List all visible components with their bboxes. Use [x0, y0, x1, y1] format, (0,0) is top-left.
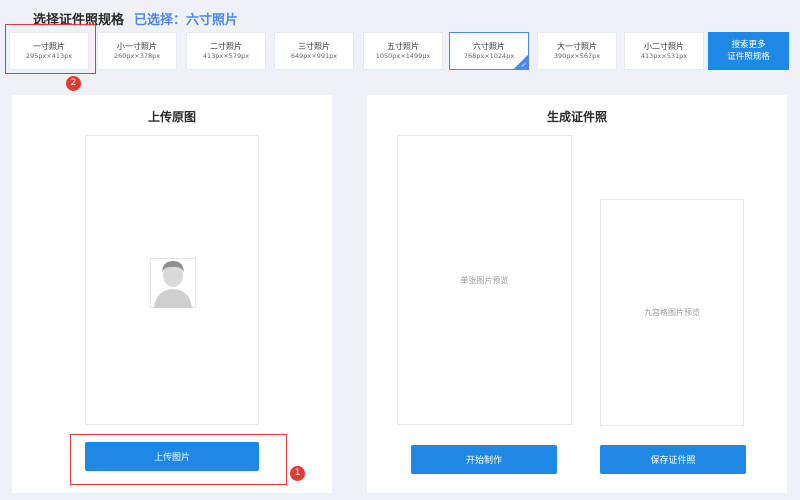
generate-panel: 生成证件照 单张图片预览 九宫格图片预览 开始制作 保存证件照	[367, 95, 787, 493]
size-pixels: 390px×567px	[553, 52, 601, 60]
size-pixels: 1050px×1499px	[375, 52, 431, 60]
size-card-3inch[interactable]: 三寸照片 649px×991px	[274, 32, 354, 70]
search-more-line1: 搜索更多	[731, 40, 766, 50]
single-preview-text: 单张图片预览	[460, 276, 509, 285]
size-pixels: 768px×1024px	[463, 52, 515, 60]
original-image-dropzone[interactable]	[85, 135, 259, 425]
size-name: 小一寸照片	[117, 42, 157, 51]
upload-panel-title: 上传原图	[147, 110, 196, 124]
start-making-button[interactable]: 开始制作	[411, 445, 557, 474]
selected-size-label: 已选择：六寸照片	[134, 12, 239, 28]
size-name: 小二寸照片	[644, 42, 684, 51]
search-more-sizes-button[interactable]: 搜索更多 证件照规格	[708, 32, 789, 70]
save-photo-button[interactable]: 保存证件照	[600, 445, 746, 474]
grid-photo-preview: 九宫格图片预览	[600, 199, 744, 426]
size-card-5inch[interactable]: 五寸照片 1050px×1499px	[363, 32, 443, 70]
annotation-box-1	[70, 434, 287, 485]
size-card-2inch[interactable]: 二寸照片 413px×579px	[186, 32, 266, 70]
size-name: 三寸照片	[298, 42, 330, 51]
size-name: 二寸照片	[210, 42, 242, 51]
size-card-large-1inch[interactable]: 大一寸照片 390px×567px	[537, 32, 617, 70]
size-pixels: 260px×378px	[113, 52, 161, 60]
size-card-small-1inch[interactable]: 小一寸照片 260px×378px	[97, 32, 177, 70]
annotation-badge-1: 1	[290, 466, 305, 481]
single-photo-preview: 单张图片预览	[397, 135, 572, 425]
size-card-6inch[interactable]: 六寸照片 768px×1024px ✓	[449, 32, 529, 70]
size-card-small-2inch[interactable]: 小二寸照片 413px×531px	[624, 32, 704, 70]
size-pixels: 649px×991px	[290, 52, 338, 60]
annotation-box-2	[5, 24, 96, 74]
annotation-badge-2: 2	[66, 76, 81, 91]
size-name: 六寸照片	[473, 42, 505, 51]
search-more-line2: 证件照规格	[727, 52, 770, 62]
size-pixels: 413px×579px	[202, 52, 250, 60]
size-selector: 一寸照片 295px×413px 小一寸照片 260px×378px 二寸照片 …	[9, 32, 789, 72]
grid-preview-text: 九宫格图片预览	[644, 308, 700, 317]
selected-check-icon: ✓	[514, 55, 528, 69]
size-name: 五寸照片	[387, 42, 419, 51]
size-name: 大一寸照片	[557, 42, 597, 51]
person-placeholder-icon	[150, 258, 196, 308]
size-pixels: 413px×531px	[640, 52, 688, 60]
generate-panel-title: 生成证件照	[546, 110, 607, 124]
